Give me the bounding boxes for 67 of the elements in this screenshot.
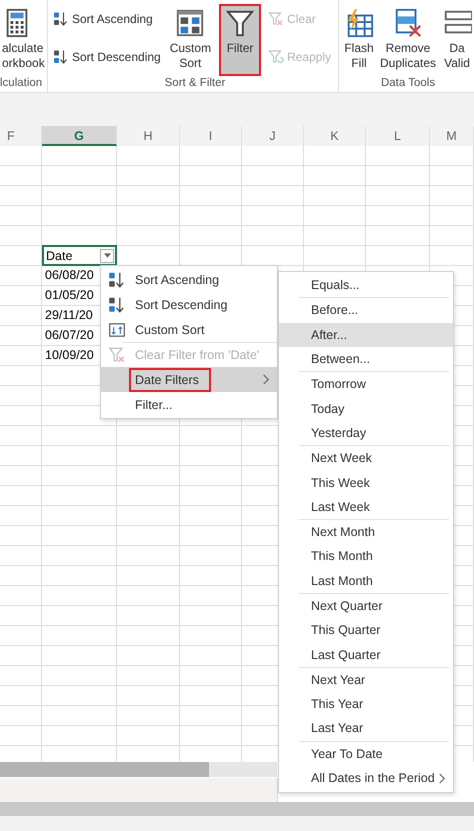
menu-item[interactable]: Date Filters: [101, 367, 277, 392]
group-label: Data Tools: [380, 77, 436, 89]
menu-item[interactable]: This Week: [279, 470, 453, 495]
table-cell-text: 06/07/20: [44, 327, 95, 344]
menu-item[interactable]: Between...: [279, 346, 453, 372]
menu-item[interactable]: This Year: [279, 692, 453, 716]
table-cell-text: 01/05/20: [44, 287, 95, 304]
table-cell-text: 06/08/20: [44, 267, 95, 284]
header-cell[interactable]: Date: [42, 245, 117, 266]
menu-item[interactable]: Last Quarter: [279, 642, 453, 667]
ribbon-button[interactable]: Remove Duplicates: [378, 4, 438, 76]
group-label: lculation: [0, 77, 42, 89]
menu-item[interactable]: Next Year: [279, 668, 453, 692]
column-header[interactable]: H: [117, 126, 180, 146]
column-header[interactable]: L: [366, 126, 430, 146]
menu-item[interactable]: Last Year: [279, 716, 453, 741]
clear-filter-icon: [268, 11, 284, 27]
column-header[interactable]: G: [42, 126, 117, 146]
column-header[interactable]: I: [180, 126, 242, 146]
menu-item[interactable]: All Dates in the Period: [279, 766, 453, 790]
menu-item[interactable]: Next Month: [279, 520, 453, 544]
ribbon-button[interactable]: Filter: [219, 4, 262, 76]
menu-item[interactable]: Equals...: [279, 273, 453, 298]
chevron-right-icon: [439, 772, 445, 784]
menu-item[interactable]: This Quarter: [279, 618, 453, 642]
group-label: Sort & Filter: [164, 77, 226, 89]
ribbon-small-button[interactable]: Sort Descending: [52, 47, 162, 67]
scrollbar-track[interactable]: [0, 762, 277, 777]
ribbon-small-button[interactable]: Sort Ascending: [52, 9, 162, 29]
ribbon-button[interactable]: alculate orkbook: [0, 4, 47, 76]
menu-item[interactable]: Sort Ascending: [101, 267, 277, 292]
custom-sort-icon: [175, 8, 206, 38]
menu-item[interactable]: Before...: [279, 298, 453, 323]
column-header[interactable]: M: [430, 126, 474, 146]
menu-item[interactable]: Last Week: [279, 494, 453, 519]
table-cell-text: 29/11/20: [44, 307, 94, 324]
remove-duplicates-icon: [393, 8, 424, 38]
menu-item[interactable]: Custom Sort: [101, 317, 277, 342]
menu-item[interactable]: This Month: [279, 544, 453, 569]
cell-text: Date: [46, 248, 72, 262]
sort-descending-icon: [53, 49, 69, 65]
chevron-right-icon: [263, 374, 269, 385]
ribbon-button[interactable]: Custom Sort: [168, 4, 214, 76]
ribbon-button[interactable]: Da Valid: [440, 4, 474, 76]
reapply-icon: [268, 49, 284, 65]
sort-ascending-icon: [108, 270, 126, 288]
column-header[interactable]: J: [242, 126, 304, 146]
custom-sort-icon: [108, 320, 126, 338]
menu-item[interactable]: Next Week: [279, 446, 453, 470]
dropdown-arrow-icon: [104, 253, 110, 258]
filter-dropdown-button[interactable]: [100, 248, 114, 262]
clear-filter-icon: [108, 346, 126, 364]
menu-item[interactable]: Today: [279, 396, 453, 421]
menu-item[interactable]: Last Month: [279, 568, 453, 593]
table-cell-text: 10/09/20: [44, 347, 95, 364]
menu-item[interactable]: Filter...: [101, 392, 277, 417]
menu-item[interactable]: Year To Date: [279, 742, 453, 766]
menu-item[interactable]: Yesterday: [279, 420, 453, 446]
sort-ascending-icon: [53, 11, 69, 27]
menu-item[interactable]: Next Quarter: [279, 594, 453, 618]
scrollbar-thumb[interactable]: [0, 762, 209, 777]
menu-item[interactable]: After...: [279, 322, 453, 347]
column-header[interactable]: K: [304, 126, 366, 146]
sort-descending-icon: [108, 296, 126, 314]
ribbon-button[interactable]: Flash Fill: [342, 4, 376, 76]
menu-item[interactable]: Sort Descending: [101, 292, 277, 317]
menu-item[interactable]: Tomorrow: [279, 372, 453, 396]
